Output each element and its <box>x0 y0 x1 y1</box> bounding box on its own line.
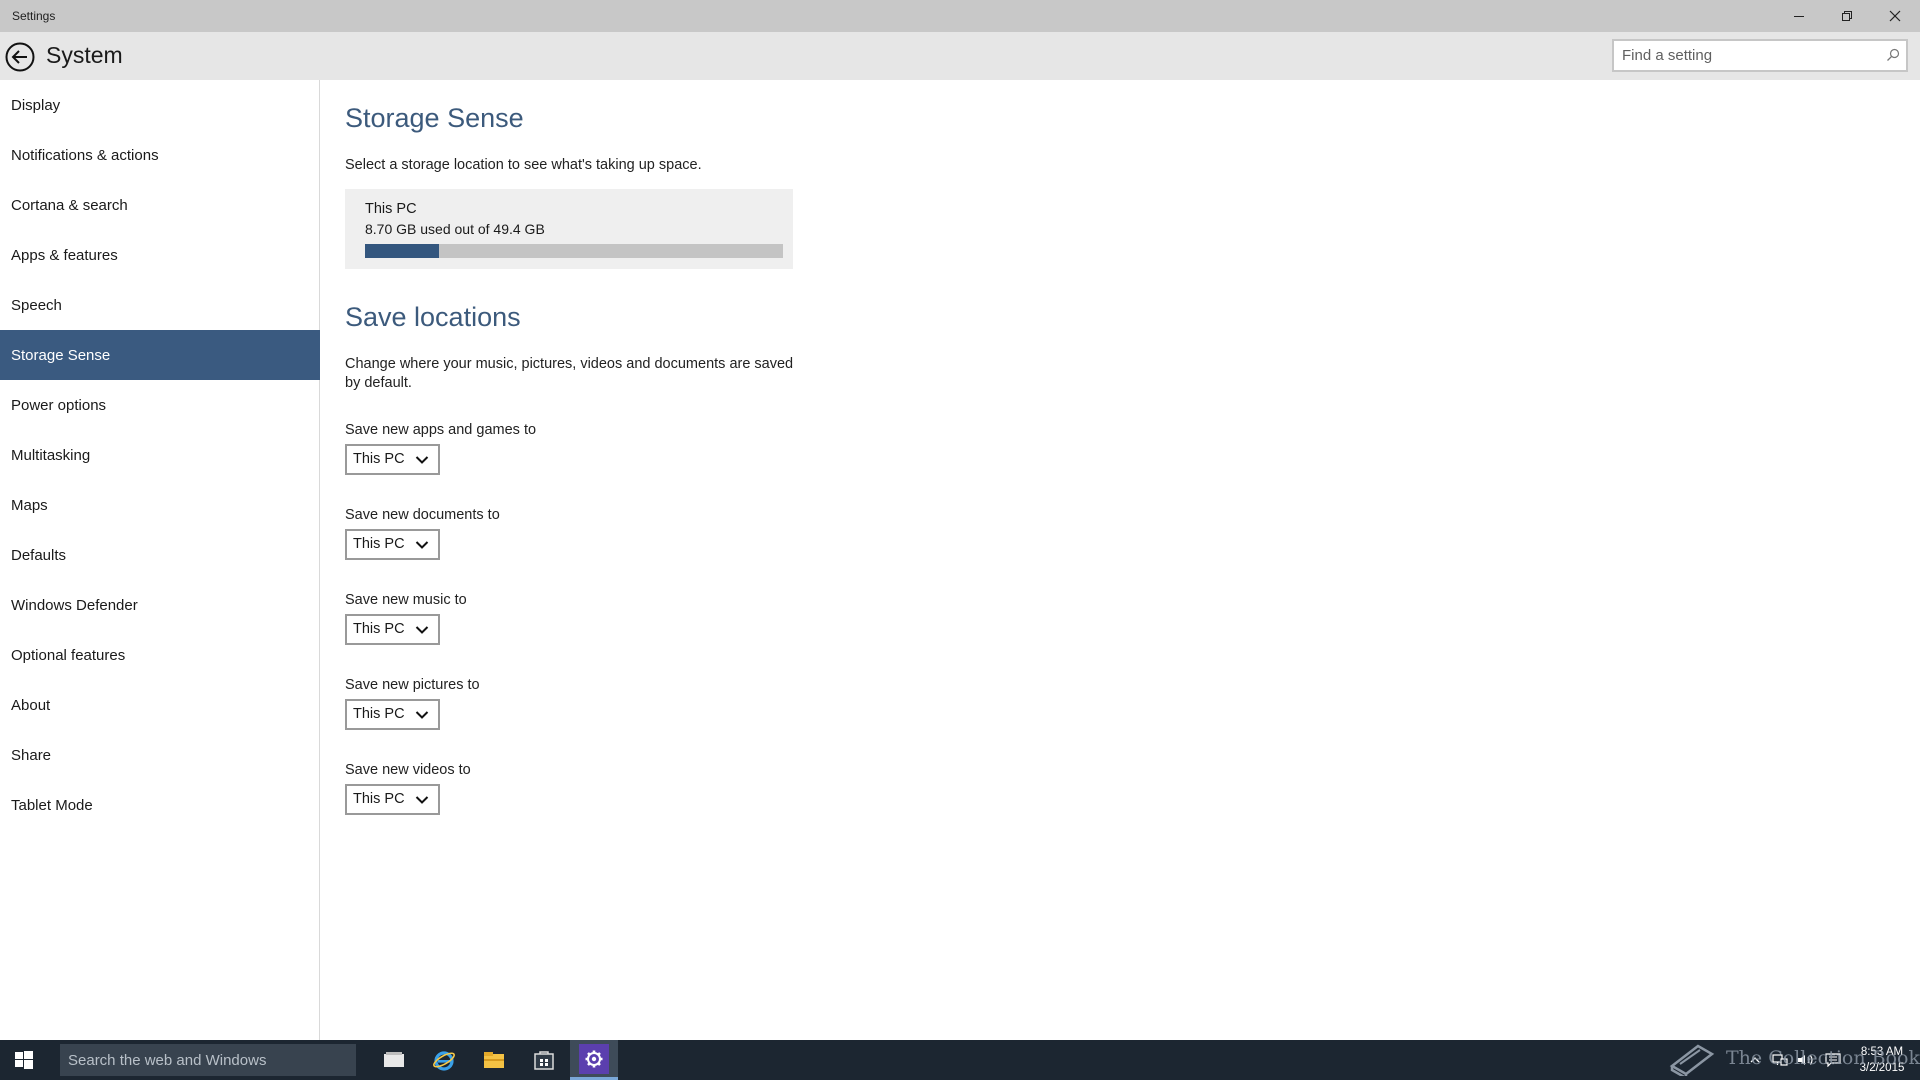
save-music-label: Save new music to <box>345 592 467 608</box>
store-button[interactable] <box>520 1040 568 1080</box>
save-videos-value: This PC <box>353 791 405 807</box>
save-videos-label: Save new videos to <box>345 762 471 778</box>
close-button[interactable] <box>1872 0 1918 32</box>
find-setting-search[interactable] <box>1612 39 1908 72</box>
save-locations-description: Change where your music, pictures, video… <box>345 356 794 391</box>
find-setting-input[interactable] <box>1622 41 1872 70</box>
sidebar-item-windows-defender[interactable]: Windows Defender <box>0 580 320 630</box>
save-pictures-value: This PC <box>353 706 405 722</box>
save-locations-heading: Save locations <box>345 302 521 332</box>
book-logo-icon <box>1669 1044 1715 1076</box>
restore-icon <box>1842 11 1852 21</box>
taskbar-search-box[interactable] <box>60 1044 356 1076</box>
save-music-value: This PC <box>353 621 405 637</box>
chevron-down-icon <box>415 541 429 549</box>
sidebar-item-about[interactable]: About <box>0 680 320 730</box>
restore-button[interactable] <box>1824 0 1870 32</box>
start-button[interactable] <box>0 1040 48 1080</box>
save-music-dropdown[interactable]: This PC <box>345 614 440 645</box>
close-icon <box>1889 10 1901 22</box>
storage-description: Select a storage location to see what's … <box>345 157 702 173</box>
storage-usage-bar <box>365 244 783 258</box>
header: System <box>0 32 1920 80</box>
sidebar-item-tablet-mode[interactable]: Tablet Mode <box>0 780 320 830</box>
sidebar-item-apps[interactable]: Apps & features <box>0 230 320 280</box>
storage-location-name: This PC <box>365 201 417 217</box>
sidebar-item-display[interactable]: Display <box>0 80 320 130</box>
save-documents-label: Save new documents to <box>345 507 500 523</box>
minimize-button[interactable] <box>1776 0 1822 32</box>
sidebar-item-optional-features[interactable]: Optional features <box>0 630 320 680</box>
task-view-button[interactable] <box>370 1040 418 1080</box>
sidebar-item-defaults[interactable]: Defaults <box>0 530 320 580</box>
main-content: Storage Sense Select a storage location … <box>345 80 1905 1040</box>
task-view-icon <box>384 1052 404 1067</box>
sidebar-item-cortana[interactable]: Cortana & search <box>0 180 320 230</box>
taskbar-search-input[interactable] <box>68 1044 348 1076</box>
sidebar-item-multitasking[interactable]: Multitasking <box>0 430 320 480</box>
back-button[interactable] <box>4 41 36 73</box>
save-videos-dropdown[interactable]: This PC <box>345 784 440 815</box>
watermark: The Collection Book <box>1668 1038 1920 1078</box>
storage-usage-text: 8.70 GB used out of 49.4 GB <box>365 221 545 237</box>
sidebar-item-maps[interactable]: Maps <box>0 480 320 530</box>
save-pictures-label: Save new pictures to <box>345 677 480 693</box>
page-title: System <box>46 42 123 68</box>
save-apps-dropdown[interactable]: This PC <box>345 444 440 475</box>
store-icon <box>534 1051 554 1070</box>
window-title: Settings <box>12 9 56 23</box>
chevron-down-icon <box>415 456 429 464</box>
minimize-icon <box>1794 16 1804 17</box>
chevron-down-icon <box>415 626 429 634</box>
storage-location-this-pc[interactable]: This PC 8.70 GB used out of 49.4 GB <box>345 189 793 269</box>
save-documents-value: This PC <box>353 536 405 552</box>
sidebar-item-share[interactable]: Share <box>0 730 320 780</box>
chevron-down-icon <box>415 711 429 719</box>
back-arrow-icon <box>5 42 35 72</box>
sidebar-item-speech[interactable]: Speech <box>0 280 320 330</box>
search-icon[interactable] <box>1886 48 1900 62</box>
storage-sense-heading: Storage Sense <box>345 103 524 133</box>
storage-usage-fill <box>365 244 439 258</box>
windows-logo-icon <box>15 1051 33 1069</box>
file-explorer-icon <box>484 1052 504 1068</box>
taskbar: 8:53 AM 3/2/2015 <box>0 1040 1920 1080</box>
settings-app-tile <box>579 1043 609 1074</box>
save-documents-dropdown[interactable]: This PC <box>345 529 440 560</box>
sidebar-item-notifications[interactable]: Notifications & actions <box>0 130 320 180</box>
save-apps-label: Save new apps and games to <box>345 422 537 438</box>
sidebar-item-power[interactable]: Power options <box>0 380 320 430</box>
internet-explorer-button[interactable] <box>420 1040 468 1080</box>
sidebar-item-storage-sense[interactable]: Storage Sense <box>0 330 320 380</box>
internet-explorer-icon <box>433 1051 455 1071</box>
settings-taskbar-button[interactable] <box>570 1040 618 1080</box>
file-explorer-button[interactable] <box>470 1040 518 1080</box>
sidebar: Display Notifications & actions Cortana … <box>0 80 320 1040</box>
chevron-down-icon <box>415 796 429 804</box>
watermark-text: The Collection Book <box>1726 1047 1920 1069</box>
save-pictures-dropdown[interactable]: This PC <box>345 699 440 730</box>
save-apps-value: This PC <box>353 451 405 467</box>
settings-icon <box>585 1050 603 1067</box>
title-bar: Settings <box>0 0 1920 32</box>
